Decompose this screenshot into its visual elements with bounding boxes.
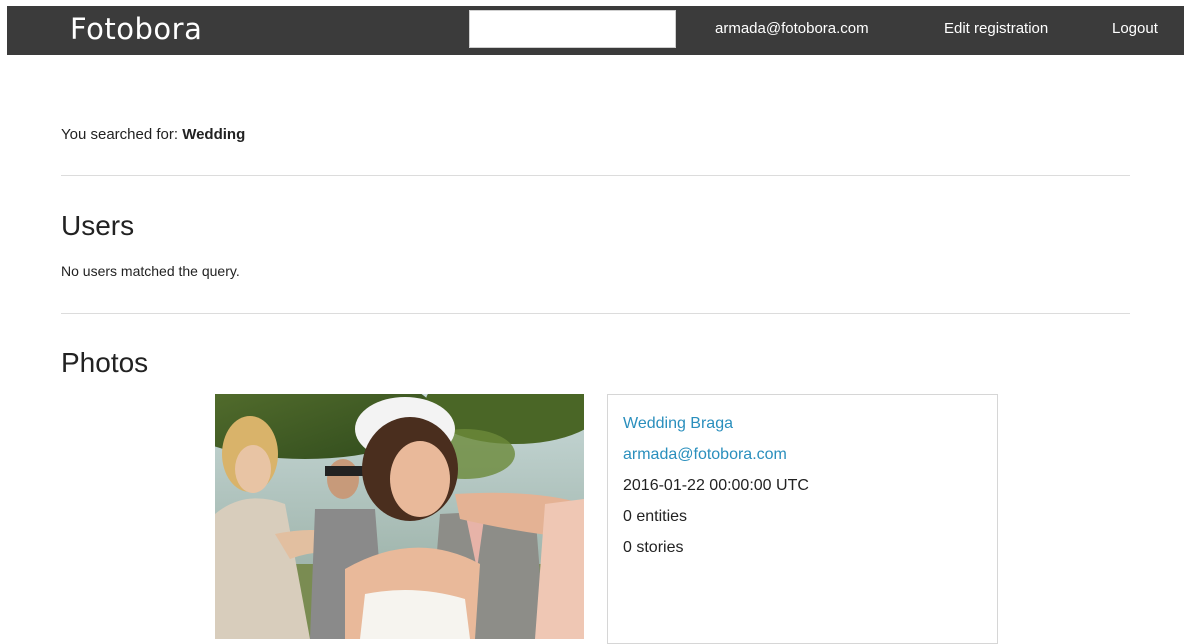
photo-info-card: Wedding Braga armada@fotobora.com 2016-0…: [607, 394, 998, 644]
photo-date: 2016-01-22 00:00:00 UTC: [623, 477, 809, 494]
top-navbar: Fotobora armada@fotobora.com Edit regist…: [7, 6, 1184, 55]
search-summary-prefix: You searched for:: [61, 126, 183, 143]
photo-entities-count: 0 entities: [623, 508, 688, 525]
search-query: Wedding: [182, 126, 246, 143]
photos-heading: Photos: [61, 347, 149, 378]
users-heading: Users: [61, 210, 135, 241]
photo-owner-link[interactable]: armada@fotobora.com: [623, 443, 982, 474]
search-summary: You searched for: Wedding: [61, 126, 245, 143]
search-input[interactable]: [469, 10, 676, 48]
photo-stories-count: 0 stories: [623, 539, 684, 556]
user-email-link[interactable]: armada@fotobora.com: [715, 20, 869, 37]
divider: [61, 313, 1130, 314]
photo-title-link[interactable]: Wedding Braga: [623, 412, 982, 443]
photo-thumbnail[interactable]: [215, 394, 584, 639]
divider: [61, 175, 1130, 176]
logout-link[interactable]: Logout: [1112, 20, 1158, 37]
brand-logo[interactable]: Fotobora: [70, 12, 202, 46]
edit-registration-link[interactable]: Edit registration: [944, 20, 1048, 37]
no-users-message: No users matched the query.: [61, 263, 240, 279]
